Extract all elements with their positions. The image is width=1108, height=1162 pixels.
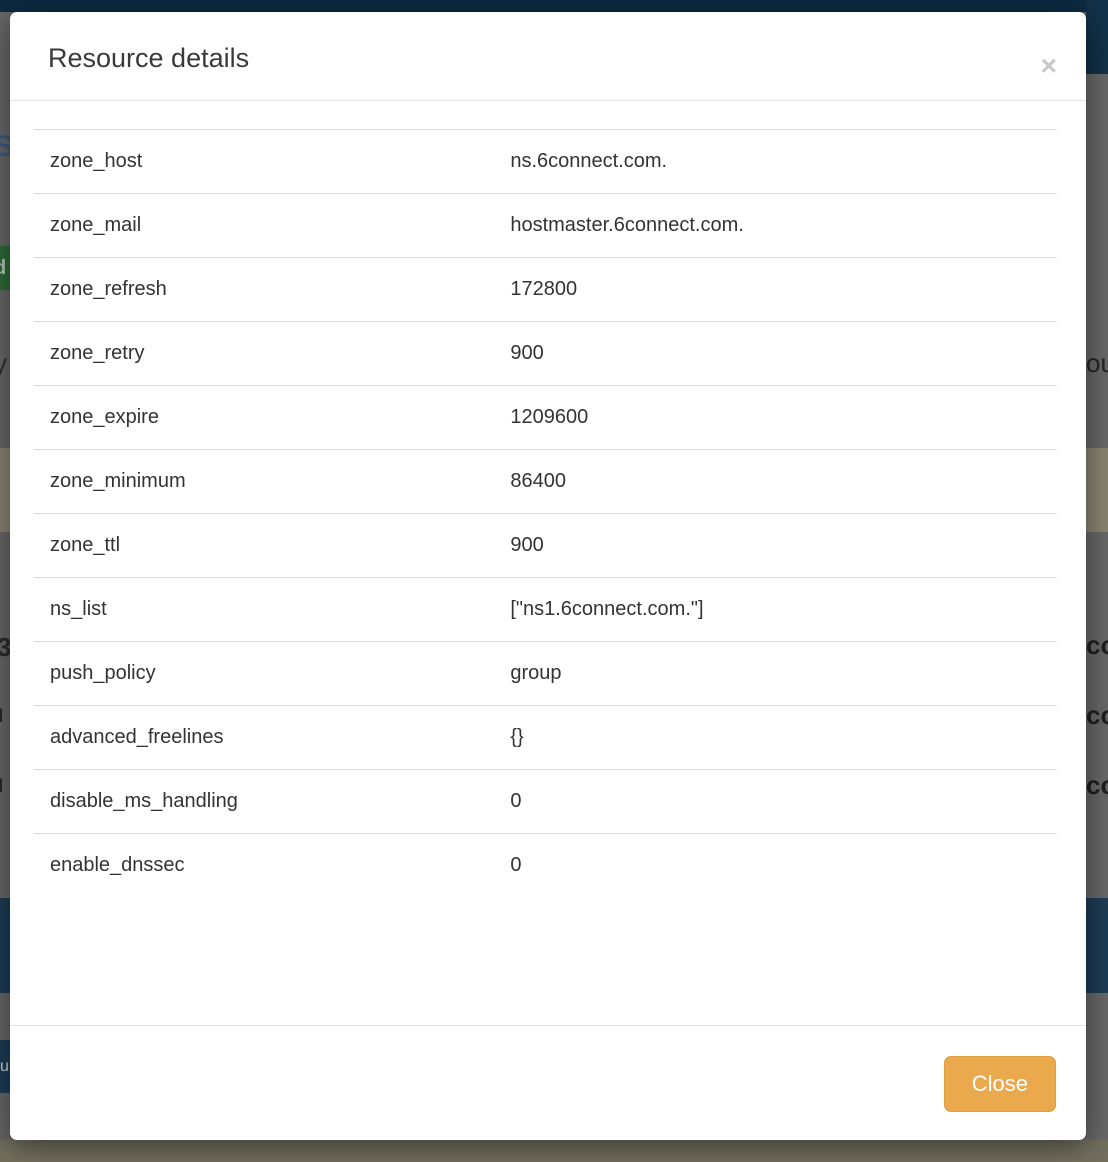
background-text-fragment: co xyxy=(1086,700,1108,731)
table-row: zone_ttl 900 xyxy=(34,514,1057,578)
table-row: zone_host ns.6connect.com. xyxy=(34,130,1057,194)
field-name: enable_dnssec xyxy=(34,834,494,898)
field-name: zone_mail xyxy=(34,194,494,258)
field-name: advanced_freelines xyxy=(34,706,494,770)
field-name: zone_minimum xyxy=(34,450,494,514)
modal-header: Resource details × xyxy=(10,12,1086,101)
field-value: 0 xyxy=(494,834,1057,898)
table-row: push_policy group xyxy=(34,642,1057,706)
field-value: 1209600 xyxy=(494,386,1057,450)
background-navbar-fragment xyxy=(1086,0,1108,74)
table-row: zone_retry 900 xyxy=(34,322,1057,386)
close-icon[interactable]: × xyxy=(1041,52,1057,80)
background-text-fragment: u xyxy=(0,768,10,799)
field-value: hostmaster.6connect.com. xyxy=(494,194,1057,258)
modal-title: Resource details xyxy=(48,42,1056,74)
field-value: 900 xyxy=(494,322,1057,386)
table-row: disable_ms_handling 0 xyxy=(34,770,1057,834)
field-value: ["ns1.6connect.com."] xyxy=(494,578,1057,642)
background-navbar xyxy=(0,0,1108,12)
resource-details-modal: Resource details × zone_host ns.6connect… xyxy=(10,12,1086,1140)
field-value: 172800 xyxy=(494,258,1057,322)
field-name: zone_expire xyxy=(34,386,494,450)
field-name: zone_ttl xyxy=(34,514,494,578)
field-value: ns.6connect.com. xyxy=(494,130,1057,194)
field-name: zone_refresh xyxy=(34,258,494,322)
field-value: {} xyxy=(494,706,1057,770)
resource-details-table: zone_host ns.6connect.com. zone_mail hos… xyxy=(34,129,1057,897)
field-name: zone_retry xyxy=(34,322,494,386)
background-text-fragment: u xyxy=(0,1058,10,1076)
background-text-fragment: S xyxy=(0,130,10,164)
field-value: 86400 xyxy=(494,450,1057,514)
field-name: push_policy xyxy=(34,642,494,706)
close-button[interactable]: Close xyxy=(944,1056,1056,1112)
field-name: zone_host xyxy=(34,130,494,194)
background-text-fragment: 3 xyxy=(0,632,10,663)
table-row: ns_list ["ns1.6connect.com."] xyxy=(34,578,1057,642)
background-green-button-fragment: d xyxy=(0,246,10,290)
background-bottom-strip xyxy=(0,1140,1108,1162)
modal-body: zone_host ns.6connect.com. zone_mail hos… xyxy=(10,101,1086,1025)
background-text-fragment: y xyxy=(0,348,10,379)
field-value: 0 xyxy=(494,770,1057,834)
table-row: advanced_freelines {} xyxy=(34,706,1057,770)
field-value: 900 xyxy=(494,514,1057,578)
field-name: ns_list xyxy=(34,578,494,642)
background-text-fragment: u xyxy=(0,698,10,729)
table-row: enable_dnssec 0 xyxy=(34,834,1057,898)
table-row: zone_mail hostmaster.6connect.com. xyxy=(34,194,1057,258)
field-name: disable_ms_handling xyxy=(34,770,494,834)
modal-footer: Close xyxy=(10,1025,1086,1140)
background-text-fragment: co xyxy=(1086,630,1108,661)
background-text-fragment: co xyxy=(1086,770,1108,801)
field-value: group xyxy=(494,642,1057,706)
background-text-fragment: ou xyxy=(1086,348,1108,379)
table-row: zone_refresh 172800 xyxy=(34,258,1057,322)
table-row: zone_expire 1209600 xyxy=(34,386,1057,450)
table-row: zone_minimum 86400 xyxy=(34,450,1057,514)
